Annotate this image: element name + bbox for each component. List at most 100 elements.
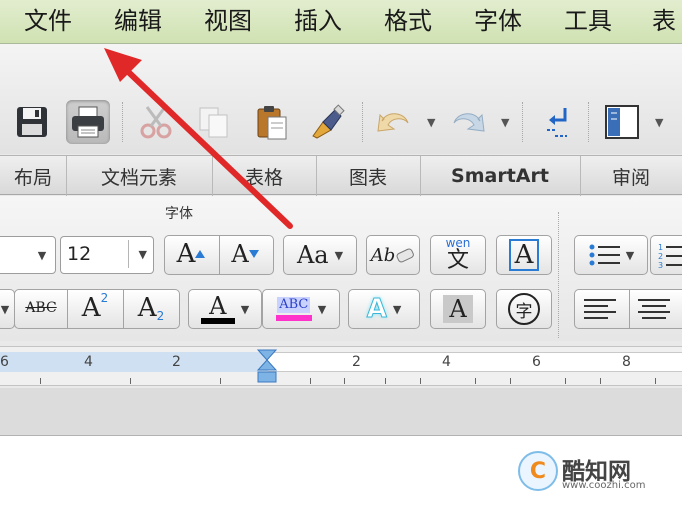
menu-view[interactable]: 视图 bbox=[204, 4, 252, 38]
group-label-font: 字体 bbox=[165, 206, 193, 222]
subscript-mark: 2 bbox=[156, 309, 165, 323]
cut-button[interactable] bbox=[134, 100, 178, 144]
font-color-label: A bbox=[209, 292, 227, 320]
font-color-button[interactable]: A ▼ bbox=[188, 289, 262, 329]
sidebar-icon bbox=[605, 105, 639, 139]
show-marks-button[interactable] bbox=[536, 100, 580, 144]
underline-dropdown[interactable]: ▼ bbox=[0, 289, 15, 329]
highlight-swatch bbox=[275, 315, 312, 321]
menu-edit[interactable]: 编辑 bbox=[114, 4, 162, 38]
redo-button[interactable] bbox=[446, 100, 490, 144]
font-name-dropdown[interactable]: ▼ bbox=[30, 236, 54, 274]
font-size-field[interactable]: 12 ▼ bbox=[60, 236, 154, 274]
ruler-tick bbox=[600, 378, 601, 384]
ruler-tick bbox=[475, 378, 476, 384]
field-divider bbox=[128, 240, 129, 268]
subscript-label: A bbox=[137, 293, 157, 323]
character-shading-button[interactable]: A bbox=[430, 289, 486, 329]
brush-icon bbox=[312, 104, 345, 139]
numbered-list-icon: 1 2 3 bbox=[658, 243, 682, 269]
triangle-up-icon bbox=[195, 250, 206, 258]
format-painter-button[interactable] bbox=[306, 100, 350, 144]
save-icon bbox=[17, 107, 47, 137]
clear-format-label: Ab bbox=[370, 244, 396, 266]
ruler-label: 2 bbox=[352, 354, 361, 370]
character-border-label: A bbox=[508, 239, 540, 271]
font-size-value: 12 bbox=[67, 243, 92, 265]
ruler-tick bbox=[130, 378, 131, 384]
chevron-down-icon: ▼ bbox=[334, 248, 344, 262]
ruler-tick bbox=[655, 378, 656, 384]
tab-smartart[interactable]: SmartArt bbox=[420, 156, 581, 196]
superscript-button[interactable]: A 2 bbox=[68, 291, 122, 325]
toolbar-separator bbox=[122, 102, 124, 142]
tab-tables[interactable]: 表格 bbox=[212, 156, 317, 196]
undo-button[interactable] bbox=[372, 100, 416, 144]
sidebar-dropdown-icon[interactable]: ▼ bbox=[655, 116, 663, 129]
ruler-label: 6 bbox=[0, 354, 9, 370]
indent-marker-icon[interactable] bbox=[256, 348, 278, 388]
ruler-tick bbox=[220, 378, 221, 384]
undo-dropdown-icon[interactable]: ▼ bbox=[427, 116, 435, 129]
change-case-label: Aa bbox=[296, 241, 329, 269]
tab-layout[interactable]: 布局 bbox=[0, 156, 67, 196]
menu-insert[interactable]: 插入 bbox=[294, 4, 342, 38]
save-button[interactable] bbox=[10, 100, 54, 144]
menu-tools[interactable]: 工具 bbox=[564, 4, 612, 38]
align-center-button[interactable] bbox=[634, 296, 678, 322]
chevron-down-icon[interactable]: ▼ bbox=[139, 248, 147, 261]
watermark-url: www.coozhi.com bbox=[562, 480, 646, 491]
printer-icon bbox=[72, 106, 104, 138]
tab-review[interactable]: 审阅 bbox=[580, 156, 682, 196]
shrink-font-button[interactable]: A bbox=[220, 237, 270, 271]
highlight-label: ABC bbox=[277, 297, 311, 313]
numbering-button[interactable]: 1 2 3 bbox=[650, 235, 682, 275]
subscript-button[interactable]: A 2 bbox=[124, 291, 178, 325]
copy-button[interactable] bbox=[192, 100, 236, 144]
tab-document-elements[interactable]: 文档元素 bbox=[66, 156, 213, 196]
triangle-down-icon bbox=[248, 250, 259, 258]
strikethrough-button[interactable]: ABC bbox=[16, 291, 66, 325]
character-border-button[interactable]: A bbox=[496, 235, 552, 275]
grow-font-button[interactable]: A bbox=[166, 237, 216, 271]
menu-table[interactable]: 表 bbox=[652, 4, 676, 38]
sidebar-button[interactable] bbox=[600, 100, 644, 144]
menu-bar: 文件 编辑 视图 插入 格式 字体 工具 表 bbox=[0, 0, 682, 44]
paste-button[interactable] bbox=[250, 100, 294, 144]
chevron-down-icon: ▼ bbox=[317, 302, 327, 316]
menu-file[interactable]: 文件 bbox=[24, 4, 72, 38]
svg-text:2: 2 bbox=[658, 252, 663, 261]
align-left-button[interactable] bbox=[580, 296, 624, 322]
paste-icon bbox=[257, 106, 287, 140]
svg-text:1: 1 bbox=[658, 243, 663, 252]
shading-label: A bbox=[443, 295, 473, 323]
menu-font[interactable]: 字体 bbox=[474, 4, 522, 38]
print-button[interactable] bbox=[66, 100, 110, 144]
align-left-icon bbox=[584, 299, 616, 319]
highlight-button[interactable]: ABC ▼ bbox=[262, 289, 340, 329]
tab-charts[interactable]: 图表 bbox=[316, 156, 421, 196]
text-effects-button[interactable]: A ▼ bbox=[348, 289, 420, 329]
ruler-tick bbox=[510, 378, 511, 384]
chevron-down-icon: ▼ bbox=[392, 302, 402, 316]
phonetic-guide-button[interactable]: wen 文 bbox=[430, 235, 486, 275]
clear-formatting-button[interactable]: Ab bbox=[366, 235, 420, 275]
menu-format[interactable]: 格式 bbox=[384, 4, 432, 38]
ruler-tick bbox=[420, 378, 421, 384]
chevron-down-icon: ▼ bbox=[37, 248, 47, 262]
change-case-button[interactable]: Aa ▼ bbox=[283, 235, 357, 275]
ribbon-tabs: 布局 文档元素 表格 图表 SmartArt 审阅 bbox=[0, 155, 682, 196]
button-divider bbox=[629, 290, 630, 328]
ribbon-separator bbox=[558, 212, 559, 338]
bullets-button[interactable]: ▼ bbox=[574, 235, 648, 275]
eraser-icon bbox=[396, 248, 415, 263]
font-color-swatch bbox=[200, 318, 235, 324]
ruler-tick bbox=[565, 378, 566, 384]
strikethrough-label: ABC bbox=[25, 300, 57, 316]
enclose-characters-button[interactable]: 字 bbox=[496, 289, 552, 329]
ruler-label: 2 bbox=[172, 354, 181, 370]
ruler-tick bbox=[310, 378, 311, 384]
ruler-tick bbox=[385, 378, 386, 384]
toolbar-separator bbox=[588, 102, 590, 142]
redo-dropdown-icon[interactable]: ▼ bbox=[501, 116, 509, 129]
